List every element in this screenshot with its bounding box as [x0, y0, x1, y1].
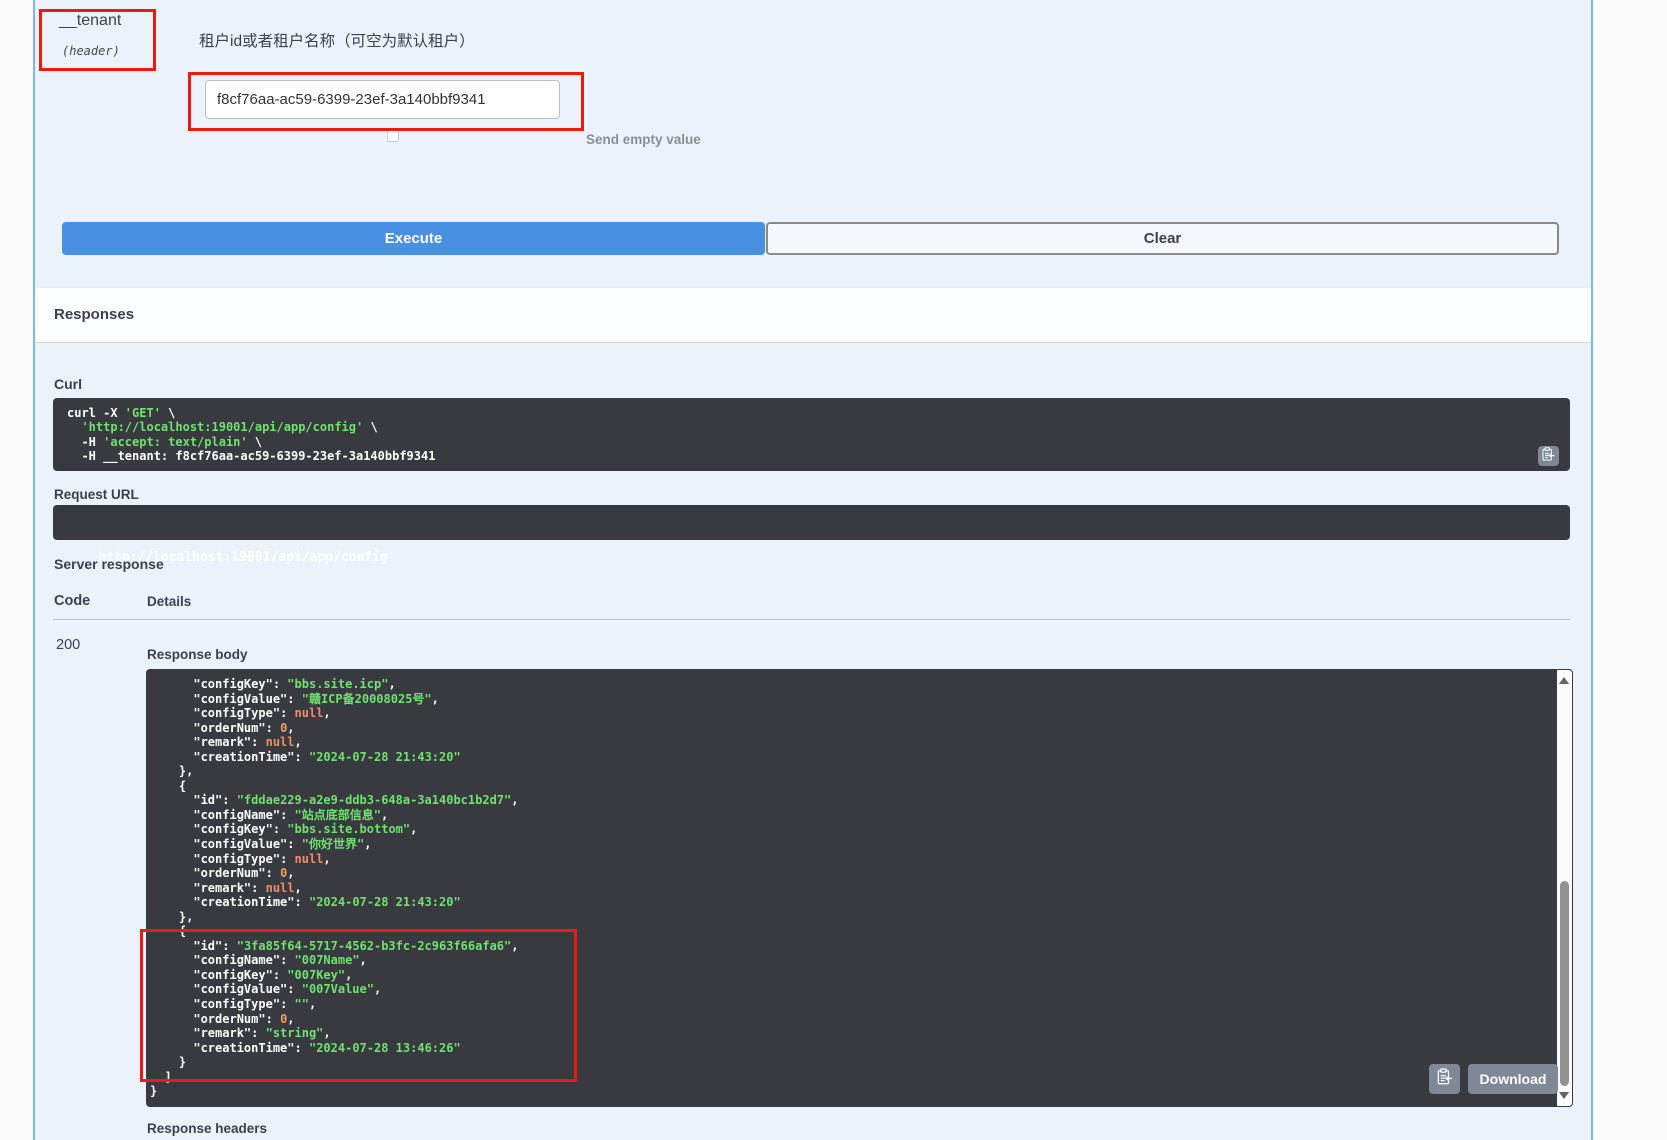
send-empty-label: Send empty value	[586, 132, 701, 147]
status-code: 200	[56, 637, 80, 653]
scroll-up-arrow-icon[interactable]	[1559, 677, 1569, 684]
code-column-header: Code	[54, 593, 90, 609]
execute-button[interactable]: Execute	[62, 222, 765, 255]
response-body-label: Response body	[147, 647, 248, 662]
server-response-label: Server response	[54, 556, 164, 572]
responses-title: Responses	[54, 288, 134, 342]
curl-command-block: curl -X 'GET' \ 'http://localhost:19001/…	[53, 398, 1570, 471]
download-button[interactable]: Download	[1468, 1064, 1558, 1094]
table-divider	[53, 619, 1570, 620]
send-empty-checkbox[interactable]	[387, 130, 399, 142]
curl-command-text: curl -X 'GET' \ 'http://localhost:19001/…	[53, 398, 1570, 471]
response-body-block: "configKey": "bbs.site.icp", "configValu…	[146, 669, 1573, 1107]
response-copy-button[interactable]	[1429, 1064, 1460, 1094]
clear-button[interactable]: Clear	[766, 222, 1559, 255]
scroll-down-arrow-icon[interactable]	[1559, 1092, 1569, 1099]
parameter-name: __tenant	[59, 12, 121, 30]
request-url-bar: http://localhost:19001/api/app/config	[53, 505, 1570, 540]
clipboard-copy-icon	[1542, 447, 1555, 466]
response-body-scrollbar[interactable]	[1557, 670, 1572, 1106]
clipboard-copy-icon	[1437, 1068, 1453, 1090]
response-body-json: "configKey": "bbs.site.icp", "configValu…	[146, 669, 1573, 1099]
request-url-label: Request URL	[54, 487, 139, 502]
scrollbar-thumb[interactable]	[1560, 881, 1569, 1086]
curl-copy-button[interactable]	[1538, 446, 1559, 466]
responses-header-band: Responses	[35, 287, 1591, 343]
swagger-page: __tenant (header) 租户id或者租户名称（可空为默认租户） Se…	[0, 0, 1667, 1140]
parameter-description: 租户id或者租户名称（可空为默认租户）	[199, 29, 475, 51]
response-headers-label: Response headers	[147, 1121, 267, 1136]
parameter-in-label: (header)	[62, 44, 120, 58]
curl-label: Curl	[54, 376, 82, 392]
tenant-input[interactable]	[205, 80, 560, 119]
details-column-header: Details	[147, 594, 191, 609]
